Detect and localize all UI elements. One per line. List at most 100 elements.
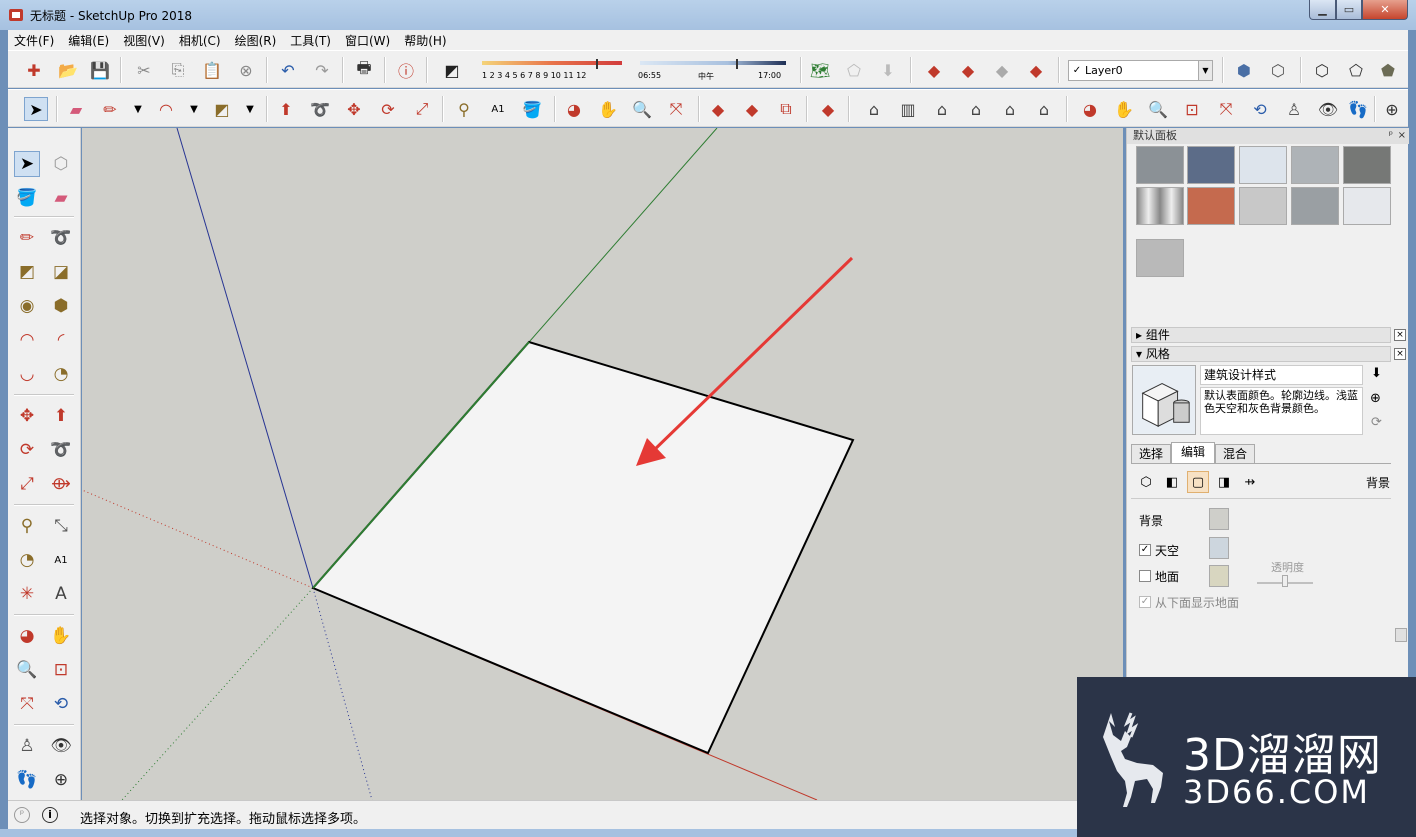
iso-view-icon[interactable]: ⌂: [862, 97, 886, 121]
menu-window[interactable]: 窗口(W): [345, 32, 390, 49]
save-icon[interactable]: 💾: [88, 58, 112, 82]
move-icon[interactable]: ✥: [342, 97, 366, 121]
shaded-icon[interactable]: ⬟: [1376, 58, 1400, 82]
position-camera-tool-icon[interactable]: ♙: [14, 733, 40, 759]
xray-icon[interactable]: ⬢: [1232, 58, 1256, 82]
sky-color-swatch[interactable]: [1209, 537, 1229, 559]
transparency-slider-thumb[interactable]: [1282, 575, 1288, 587]
two-point-arc-icon[interactable]: ◜: [48, 327, 74, 353]
menu-file[interactable]: 文件(F): [14, 32, 54, 49]
tab-select[interactable]: 选择: [1131, 444, 1171, 464]
watermark-settings-icon[interactable]: ◨: [1213, 471, 1235, 493]
show-ground-below-checkbox[interactable]: ✓: [1139, 596, 1151, 608]
3d-text-tool-icon[interactable]: A: [48, 581, 74, 607]
chevron-down-icon[interactable]: ▼: [1198, 61, 1212, 80]
material-swatch[interactable]: [1343, 187, 1391, 225]
tab-mix[interactable]: 混合: [1215, 444, 1255, 464]
make-component-icon[interactable]: ⬡: [48, 151, 74, 177]
material-swatch[interactable]: [1239, 146, 1287, 184]
copy-icon[interactable]: ⎘: [166, 58, 190, 82]
zoom-window-icon[interactable]: ⊡: [1180, 97, 1204, 121]
styles-section[interactable]: ▾ 风格 ×: [1131, 346, 1406, 362]
chevron-down-icon[interactable]: ▼: [182, 97, 206, 121]
material-swatch[interactable]: [1136, 146, 1184, 184]
freehand-tool-icon[interactable]: ➰: [48, 225, 74, 251]
zoom-window-tool-icon[interactable]: ⊡: [48, 657, 74, 683]
close-icon[interactable]: ×: [1394, 348, 1406, 360]
tape-measure-icon[interactable]: ⚲: [452, 97, 476, 121]
follow-me-icon[interactable]: ➰: [308, 97, 332, 121]
tab-edit[interactable]: 编辑: [1171, 442, 1215, 464]
wireframe-icon[interactable]: ⬡: [1310, 58, 1334, 82]
erase-delete-icon[interactable]: ⊗: [234, 58, 258, 82]
share-component-icon[interactable]: ◆: [990, 58, 1014, 82]
eraser-icon[interactable]: ▰: [64, 97, 88, 121]
scale-tool-icon[interactable]: ⤢: [14, 471, 40, 497]
paint-bucket-tool-icon[interactable]: 🪣: [14, 185, 40, 211]
circle-tool-icon[interactable]: ◉: [14, 293, 40, 319]
push-pull-tool-icon[interactable]: ⬆: [48, 403, 74, 429]
front-view-icon[interactable]: ⌂: [930, 97, 954, 121]
model-info-icon[interactable]: ⓘ: [394, 58, 418, 82]
three-point-arc-icon[interactable]: ◡: [14, 361, 40, 387]
dimension-tool-icon[interactable]: ⤡: [48, 513, 74, 539]
section-plane-tool-icon[interactable]: ⊕: [48, 767, 74, 793]
material-swatch[interactable]: [1239, 187, 1287, 225]
menu-camera[interactable]: 相机(C): [179, 32, 221, 49]
previous-view-tool-icon[interactable]: ⟲: [48, 691, 74, 717]
undo-icon[interactable]: ↶: [276, 58, 300, 82]
material-swatch[interactable]: [1343, 146, 1391, 184]
warehouse-3d-icon[interactable]: ◆: [706, 97, 730, 121]
material-swatch[interactable]: [1291, 146, 1339, 184]
print-icon[interactable]: 🖶: [352, 58, 376, 82]
zoom-extents-icon[interactable]: ⤧: [664, 97, 688, 121]
geo-location-icon[interactable]: ᵖ: [14, 807, 30, 823]
pie-tool-icon[interactable]: ◔: [48, 361, 74, 387]
open-folder-icon[interactable]: 📂: [56, 58, 80, 82]
orbit-tool-icon[interactable]: ◕: [14, 623, 40, 649]
sky-checkbox[interactable]: ✓: [1139, 544, 1151, 556]
menu-view[interactable]: 视图(V): [123, 32, 165, 49]
ground-color-swatch[interactable]: [1209, 565, 1229, 587]
refresh-icon[interactable]: ⟳: [1371, 415, 1382, 430]
material-swatch[interactable]: [1187, 146, 1235, 184]
arc-tool-icon[interactable]: ◠: [14, 327, 40, 353]
photo-texture-icon[interactable]: ⬇: [876, 58, 900, 82]
back-edges-icon[interactable]: ⬡: [1266, 58, 1290, 82]
shadows-toggle-icon[interactable]: ◩: [440, 58, 464, 82]
tray-scrollbar-thumb[interactable]: [1395, 628, 1407, 642]
maximize-button[interactable]: ▭: [1336, 0, 1362, 20]
create-style-icon[interactable]: ⊕: [1370, 391, 1381, 406]
components-section[interactable]: ▸ 组件 ×: [1131, 327, 1406, 343]
zoom-2-icon[interactable]: 🔍: [1146, 97, 1170, 121]
select-tool-icon[interactable]: ➤: [14, 151, 40, 177]
push-pull-icon[interactable]: ⬆: [274, 97, 298, 121]
zoom-icon[interactable]: 🔍: [630, 97, 654, 121]
zoom-extents-tool-icon[interactable]: ⤧: [14, 691, 40, 717]
material-swatch[interactable]: [1187, 187, 1235, 225]
terrain-icon[interactable]: ⬠: [842, 58, 866, 82]
position-camera-icon[interactable]: ♙: [1282, 97, 1306, 121]
extension-warehouse-icon[interactable]: ◆: [1024, 58, 1048, 82]
close-button[interactable]: ✕: [1362, 0, 1408, 20]
offset-tool-icon[interactable]: ⟴: [48, 471, 74, 497]
pin-icon[interactable]: ᵖ: [1389, 128, 1393, 144]
rotate-icon[interactable]: ⟳: [376, 97, 400, 121]
paste-icon[interactable]: 📋: [200, 58, 224, 82]
previous-view-icon[interactable]: ⟲: [1248, 97, 1272, 121]
rectangle-face[interactable]: [311, 340, 855, 755]
edge-settings-icon[interactable]: ⬡: [1135, 471, 1157, 493]
text-tool-left-icon[interactable]: A1: [48, 547, 74, 573]
paint-bucket-icon[interactable]: 🪣: [520, 97, 544, 121]
back-view-icon[interactable]: ⌂: [998, 97, 1022, 121]
ground-checkbox[interactable]: [1139, 570, 1151, 582]
rectangle-icon[interactable]: ◩: [210, 97, 234, 121]
polygon-tool-icon[interactable]: ⬢: [48, 293, 74, 319]
chevron-down-icon[interactable]: ▼: [126, 97, 150, 121]
axes-tool-icon[interactable]: ✳: [14, 581, 40, 607]
menu-tools[interactable]: 工具(T): [290, 32, 331, 49]
drawing-viewport[interactable]: [82, 128, 1123, 800]
layout-send-icon[interactable]: ⧉: [774, 97, 798, 121]
style-name-field[interactable]: 建筑设计样式: [1200, 365, 1363, 385]
follow-me-tool-icon[interactable]: ➰: [48, 437, 74, 463]
